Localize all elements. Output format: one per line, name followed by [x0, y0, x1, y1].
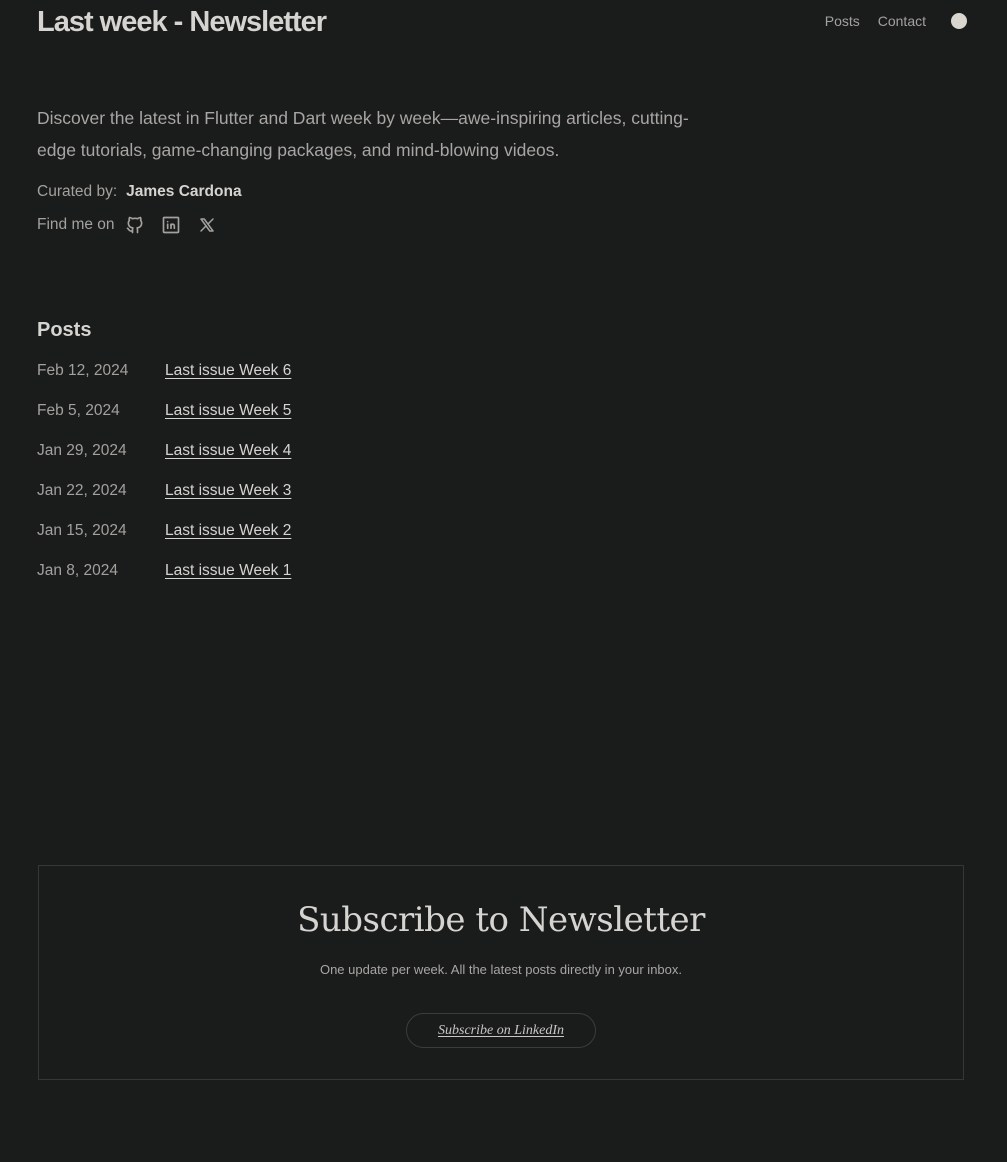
post-link[interactable]: Last issue Week 3 [165, 482, 291, 500]
top-nav: Posts Contact [825, 13, 967, 29]
intro-description: Discover the latest in Flutter and Dart … [37, 108, 689, 160]
post-link[interactable]: Last issue Week 6 [165, 362, 291, 380]
subscribe-linkedin-button[interactable]: Subscribe on LinkedIn [406, 1013, 596, 1048]
post-link[interactable]: Last issue Week 1 [165, 562, 291, 580]
post-date: Jan 8, 2024 [37, 562, 119, 579]
curated-by: Curated by: James Cardona [37, 183, 242, 201]
nav-posts-link[interactable]: Posts [825, 13, 860, 29]
posts-list: Feb 12, 2024 Last issue Week 6 Feb 5, 20… [37, 362, 291, 602]
curator-name: James Cardona [126, 183, 242, 200]
post-item: Jan 8, 2024 Last issue Week 1 [37, 562, 291, 602]
subscribe-section: Subscribe to Newsletter One update per w… [38, 865, 964, 1080]
find-me-row: Find me on [37, 214, 218, 236]
post-date: Jan 22, 2024 [37, 482, 127, 499]
posts-heading: Posts [37, 319, 92, 341]
post-link[interactable]: Last issue Week 4 [165, 442, 291, 460]
find-me-label: Find me on [37, 216, 115, 233]
theme-toggle-button[interactable] [951, 13, 967, 29]
subscribe-description: One update per week. All the latest post… [319, 962, 683, 977]
post-link[interactable]: Last issue Week 2 [165, 522, 291, 540]
post-item: Jan 29, 2024 Last issue Week 4 [37, 442, 291, 482]
post-date: Jan 15, 2024 [37, 522, 127, 539]
post-item: Feb 5, 2024 Last issue Week 5 [37, 402, 291, 442]
post-date: Feb 5, 2024 [37, 402, 120, 419]
x-icon[interactable] [196, 214, 218, 236]
subscribe-title: Subscribe to Newsletter [297, 900, 705, 940]
site-title[interactable]: Last week - Newsletter [37, 6, 327, 39]
post-date: Feb 12, 2024 [37, 362, 129, 379]
nav-contact-link[interactable]: Contact [878, 13, 926, 29]
page: Last week - Newsletter Posts Contact Dis… [0, 0, 1007, 1162]
linkedin-icon[interactable] [160, 214, 182, 236]
github-icon[interactable] [124, 214, 146, 236]
post-link[interactable]: Last issue Week 5 [165, 402, 291, 420]
post-item: Feb 12, 2024 Last issue Week 6 [37, 362, 291, 402]
curated-label: Curated by: [37, 183, 118, 200]
post-item: Jan 22, 2024 Last issue Week 3 [37, 482, 291, 522]
post-item: Jan 15, 2024 Last issue Week 2 [37, 522, 291, 562]
post-date: Jan 29, 2024 [37, 442, 127, 459]
